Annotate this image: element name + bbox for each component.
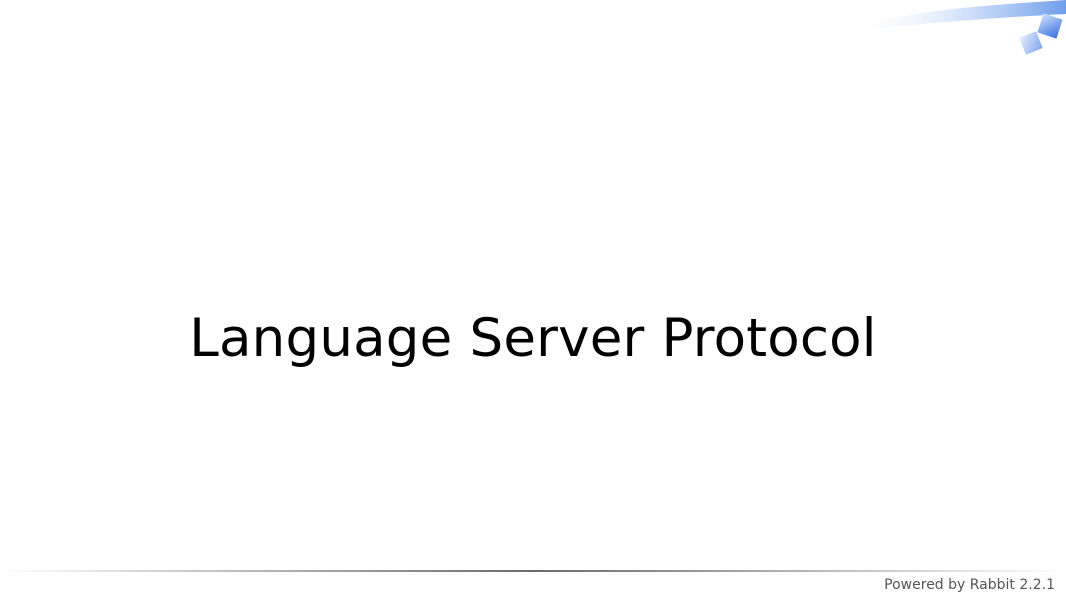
footer-divider [0,570,1066,572]
slide-title: Language Server Protocol [189,308,877,369]
slide: Language Server Protocol Powered by Rabb… [0,0,1066,600]
swoosh-band [846,0,1066,32]
decorative-squares [1019,13,1063,55]
blue-square-front [1019,31,1043,55]
corner-decoration [846,0,1066,55]
blue-square-back [1037,13,1063,39]
powered-by-label: Powered by Rabbit 2.2.1 [884,577,1055,593]
